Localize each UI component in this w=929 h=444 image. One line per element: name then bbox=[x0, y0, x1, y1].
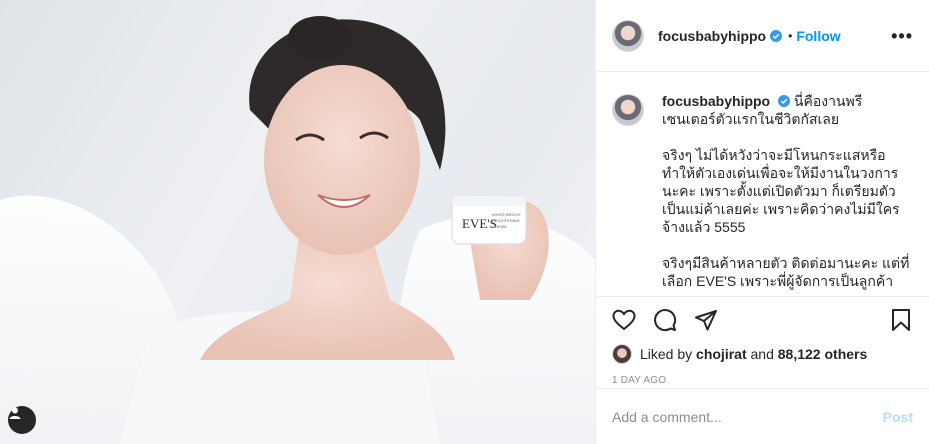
likes-prefix: Liked by bbox=[640, 346, 693, 362]
caption-section: focusbabyhippo นี่คืองานพรีเซนเตอร์ตัวแร… bbox=[596, 72, 929, 296]
post-photo-illustration: EVE'S WHITE BRIGHT BRIGHTENING CREAM bbox=[0, 16, 595, 444]
separator-dot: • bbox=[788, 28, 793, 43]
comment-box: Post bbox=[596, 388, 929, 444]
header-username[interactable]: focusbabyhippo bbox=[658, 28, 766, 44]
verified-badge-icon bbox=[778, 95, 791, 107]
caption-row: focusbabyhippo นี่คืองานพรีเซนเตอร์ตัวแร… bbox=[612, 92, 913, 290]
caption-paragraph-2: จริงๆ ไม่ได้หวังว่าจะมีโหนกระแสหรือทำให้… bbox=[662, 147, 900, 235]
post-header: focusbabyhippo • Follow ••• bbox=[596, 0, 929, 72]
follow-button[interactable]: Follow bbox=[796, 28, 840, 44]
post-side-panel: focusbabyhippo • Follow ••• focusbabyhip… bbox=[595, 0, 929, 444]
likes-conjunction: and bbox=[750, 346, 774, 362]
liker-username[interactable]: chojirat bbox=[696, 346, 747, 362]
liker-avatar[interactable] bbox=[612, 344, 632, 364]
product-text-3: CREAM bbox=[492, 224, 506, 229]
caption-username[interactable]: focusbabyhippo bbox=[662, 93, 770, 109]
post-image[interactable]: EVE'S WHITE BRIGHT BRIGHTENING CREAM bbox=[0, 0, 595, 444]
product-text-2: BRIGHTENING bbox=[492, 218, 520, 223]
product-text-1: WHITE BRIGHT bbox=[492, 212, 522, 217]
share-icon[interactable] bbox=[694, 308, 718, 332]
comment-icon[interactable] bbox=[653, 308, 677, 332]
likes-count[interactable]: 88,122 others bbox=[778, 346, 868, 362]
verified-badge-icon bbox=[770, 29, 783, 42]
actions-area: Liked by chojirat and 88,122 others 1 DA… bbox=[596, 296, 929, 403]
heart-icon[interactable] bbox=[612, 308, 636, 332]
user-tag-icon bbox=[9, 407, 21, 419]
post-comment-button[interactable]: Post bbox=[883, 409, 913, 425]
bookmark-icon[interactable] bbox=[889, 308, 913, 332]
user-tag-button[interactable] bbox=[8, 406, 36, 434]
avatar[interactable] bbox=[612, 19, 644, 52]
more-options-button[interactable]: ••• bbox=[891, 27, 913, 45]
caption-paragraph-3: จริงๆมีสินค้าหลายตัว ติดต่อมานะคะ แต่ที่… bbox=[662, 255, 910, 289]
caption-avatar[interactable] bbox=[612, 94, 644, 126]
caption-text: focusbabyhippo นี่คืองานพรีเซนเตอร์ตัวแร… bbox=[662, 92, 913, 290]
instagram-post: EVE'S WHITE BRIGHT BRIGHTENING CREAM foc… bbox=[0, 0, 929, 444]
likes-summary: Liked by chojirat and 88,122 others bbox=[612, 343, 913, 365]
comment-input[interactable] bbox=[612, 408, 883, 425]
action-bar bbox=[612, 297, 913, 343]
